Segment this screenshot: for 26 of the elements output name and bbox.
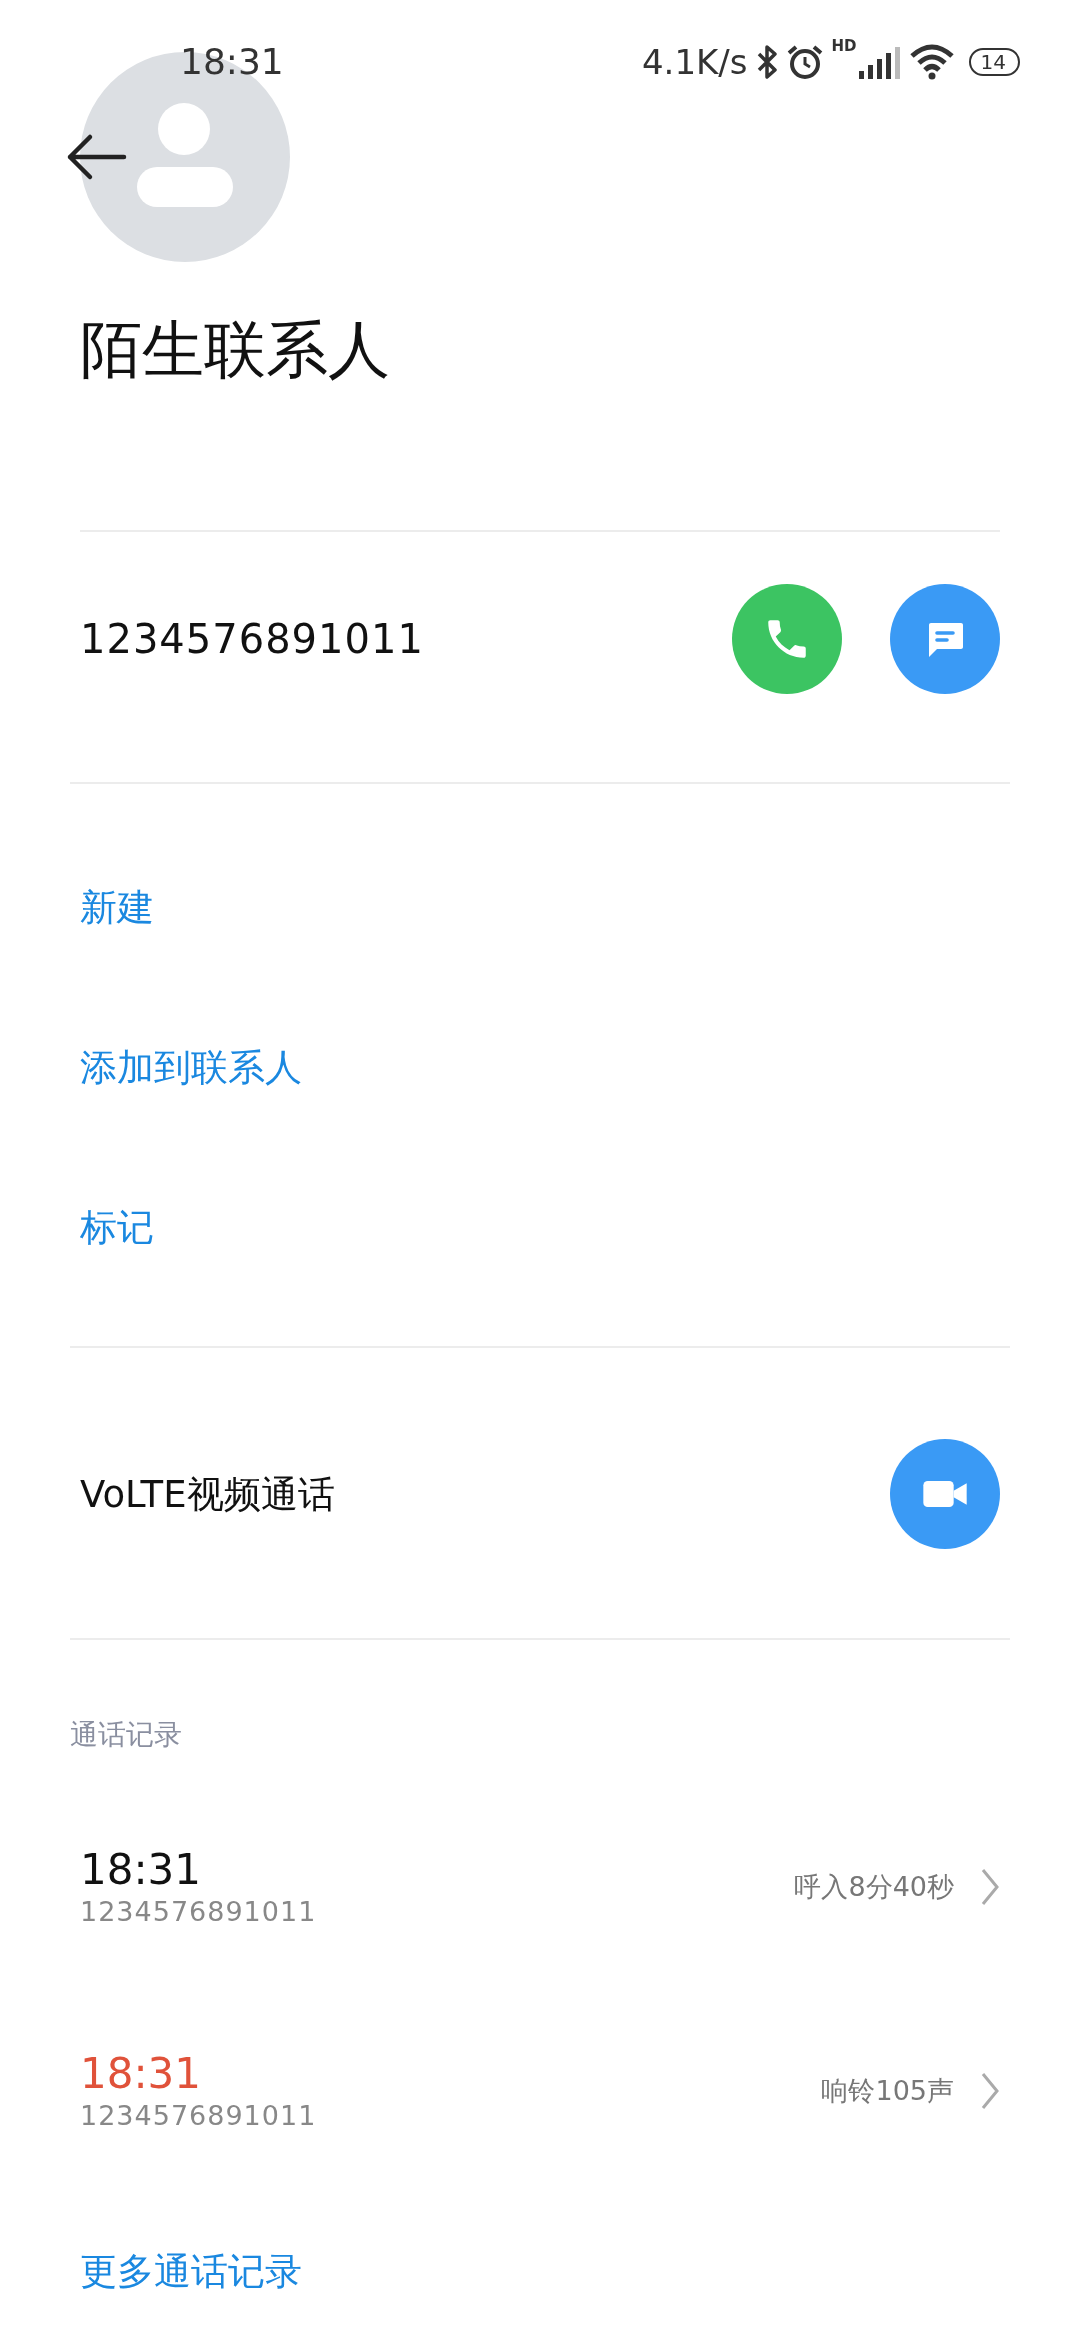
hd-label: HD [831, 38, 857, 54]
bluetooth-icon [755, 44, 778, 80]
battery-indicator: 14 [968, 48, 1020, 76]
alarm-icon [785, 44, 824, 80]
call-detail: 呼入8分40秒 [794, 1870, 954, 1905]
contact-name: 陌生联系人 [80, 313, 391, 388]
call-number: 1234576891011 [80, 2099, 317, 2134]
wifi-icon [908, 44, 955, 80]
signal-icon [856, 45, 901, 79]
action-link[interactable]: 添加到联系人 [80, 1039, 302, 1096]
more-calls-link[interactable]: 更多通话记录 [80, 2249, 1080, 2296]
action-link[interactable]: 标记 [80, 1199, 154, 1256]
call-number: 1234576891011 [80, 1895, 317, 1930]
phone-number: 1234576891011 [80, 615, 424, 665]
video-call-label: VoLTE视频通话 [80, 1471, 335, 1518]
call-time: 18:31 [80, 2049, 203, 2100]
chevron-right-icon[interactable] [980, 1867, 1000, 1908]
call-detail: 响铃105声 [821, 2074, 954, 2109]
network-speed: 4.1K/s [642, 40, 748, 84]
back-button[interactable] [66, 132, 128, 182]
status-time: 18:31 [180, 40, 284, 84]
chevron-right-icon[interactable] [980, 2071, 1000, 2112]
action-link[interactable]: 新建 [80, 879, 154, 936]
section-heading: 通话记录 [70, 1718, 183, 1753]
back-arrow-icon [66, 132, 128, 182]
call-time: 18:31 [80, 1845, 203, 1896]
